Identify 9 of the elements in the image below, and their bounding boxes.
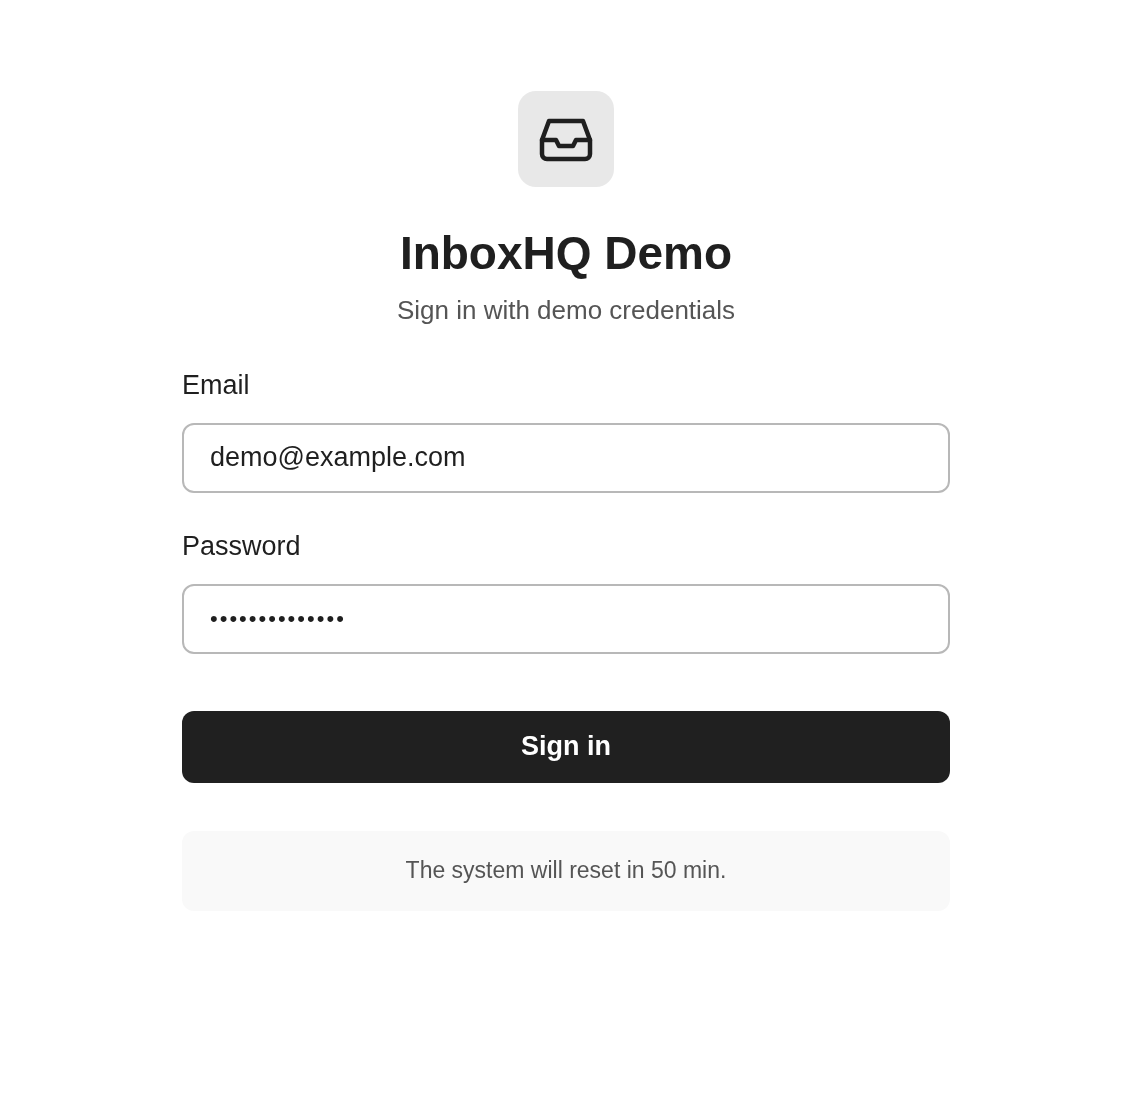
field-label: Email — [182, 371, 251, 399]
app-title: InboxHQ Demo — [399, 226, 733, 281]
email-field[interactable]: demo@example.com — [182, 422, 950, 493]
subtitle: Sign in with demo credentials — [396, 293, 736, 327]
field-label: Password — [182, 532, 302, 560]
inbox-icon — [539, 116, 593, 162]
reset-notice: The system will reset in 50 min. — [405, 856, 727, 886]
sign-in-button[interactable]: Sign in — [182, 710, 950, 783]
password-field[interactable]: •••••••••••••• — [182, 583, 950, 654]
